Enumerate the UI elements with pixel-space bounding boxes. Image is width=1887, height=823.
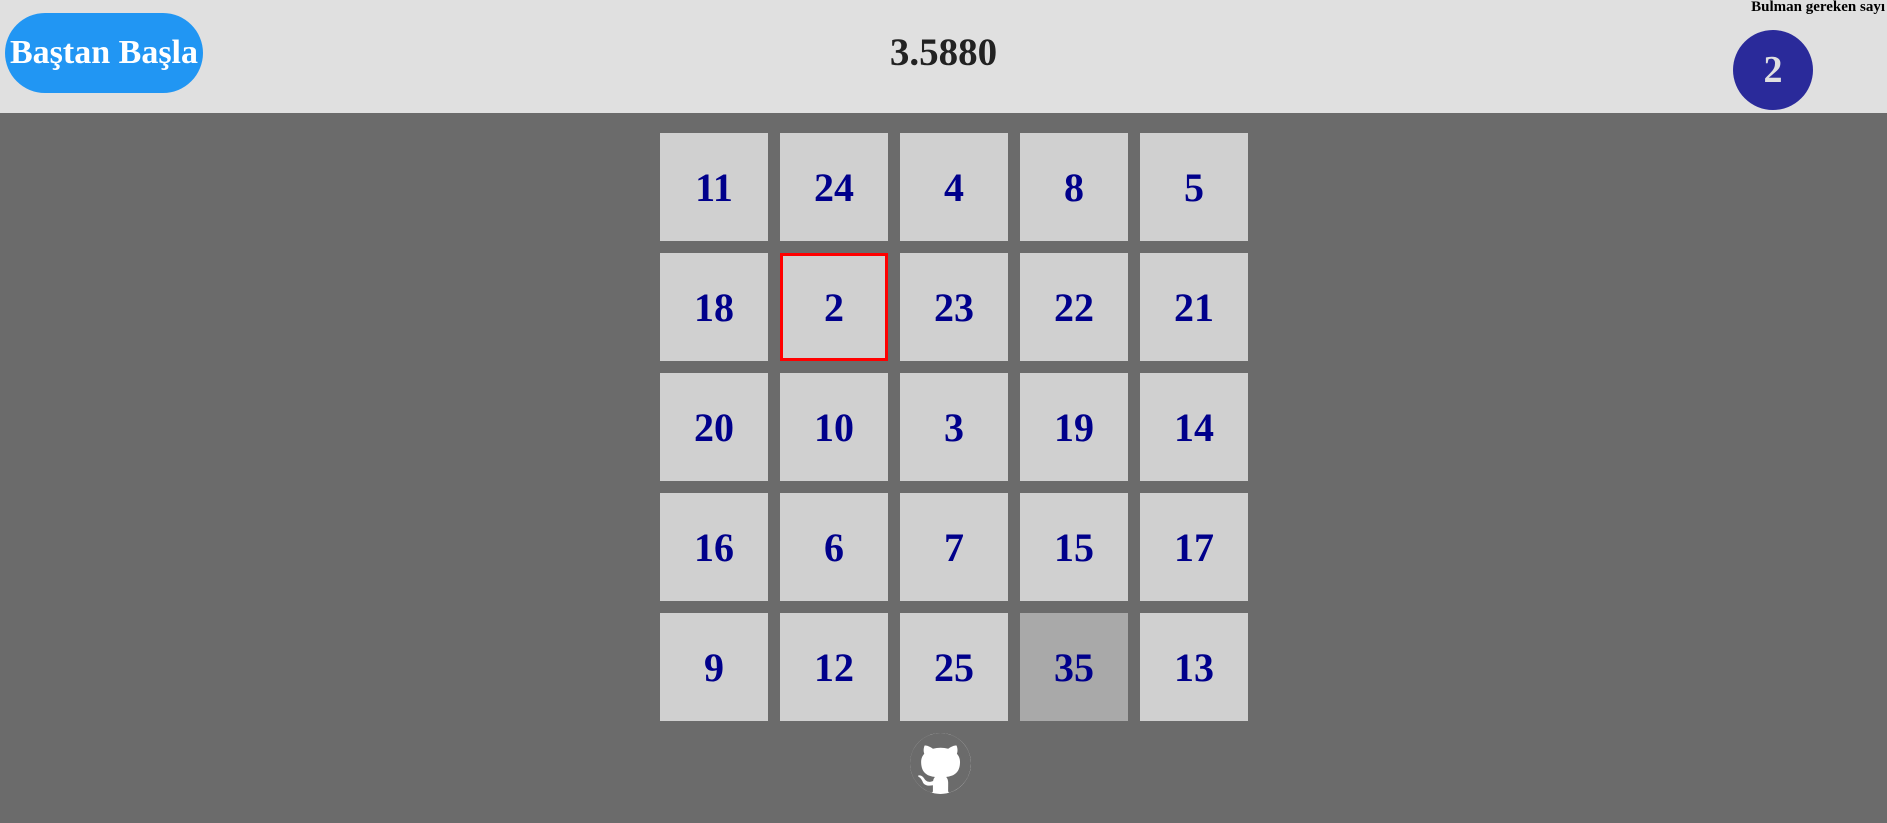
grid-cell[interactable]: 21 — [1140, 253, 1248, 361]
grid-cell[interactable]: 8 — [1020, 133, 1128, 241]
grid-cell[interactable]: 5 — [1140, 133, 1248, 241]
top-bar: Baştan Başla 3.5880 Bulman gereken sayı … — [0, 0, 1887, 113]
timer: 3.5880 — [889, 31, 998, 74]
grid-cell[interactable]: 6 — [780, 493, 888, 601]
grid-cell[interactable]: 3 — [900, 373, 1008, 481]
grid-cell[interactable]: 22 — [1020, 253, 1128, 361]
grid-cell[interactable]: 9 — [660, 613, 768, 721]
grid-cell[interactable]: 35 — [1020, 613, 1128, 721]
grid-cell[interactable]: 19 — [1020, 373, 1128, 481]
github-link[interactable] — [910, 733, 971, 794]
target-label: Bulman gereken sayı — [1751, 0, 1885, 15]
grid-cell[interactable]: 25 — [900, 613, 1008, 721]
number-grid: 11 24 4 8 5 18 2 23 22 21 20 10 3 19 14 16 6 7 15 17 9 12 25 35… — [660, 133, 1250, 721]
grid-cell[interactable]: 12 — [780, 613, 888, 721]
grid-cell[interactable]: 7 — [900, 493, 1008, 601]
grid-cell[interactable]: 15 — [1020, 493, 1128, 601]
grid-cell[interactable]: 13 — [1140, 613, 1248, 721]
grid-cell[interactable]: 23 — [900, 253, 1008, 361]
github-icon — [910, 733, 971, 794]
grid-cell[interactable]: 14 — [1140, 373, 1248, 481]
grid-cell[interactable]: 17 — [1140, 493, 1248, 601]
grid-cell[interactable]: 16 — [660, 493, 768, 601]
grid-cell[interactable]: 20 — [660, 373, 768, 481]
grid-cell[interactable]: 4 — [900, 133, 1008, 241]
grid-cell[interactable]: 24 — [780, 133, 888, 241]
grid-cell[interactable]: 18 — [660, 253, 768, 361]
grid-cell[interactable]: 10 — [780, 373, 888, 481]
grid-cell[interactable]: 11 — [660, 133, 768, 241]
target-number: 2 — [1733, 30, 1813, 110]
grid-cell[interactable]: 2 — [780, 253, 888, 361]
